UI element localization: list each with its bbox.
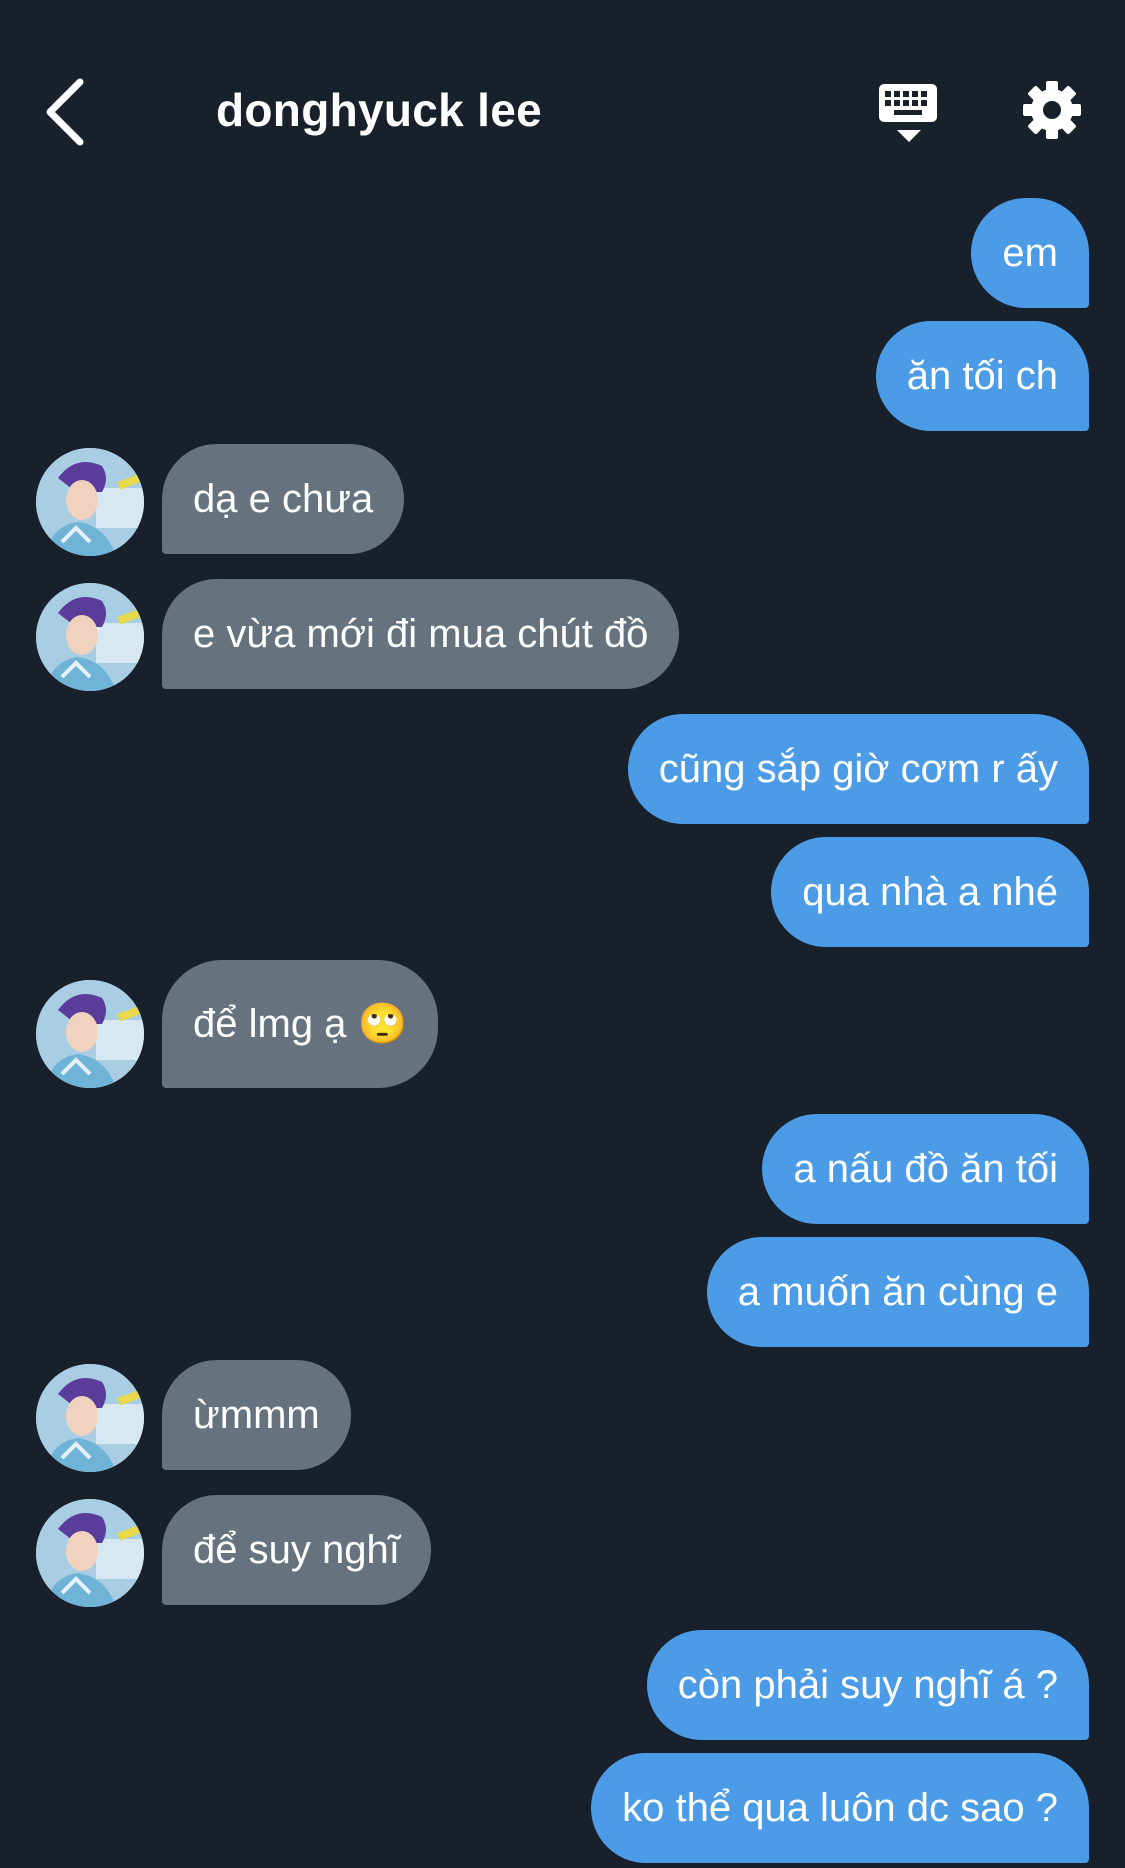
sent-message[interactable]: ăn tối ch: [0, 321, 1125, 431]
received-message[interactable]: e vừa mới đi mua chút đồ: [0, 579, 1125, 691]
sent-message[interactable]: em: [0, 198, 1125, 308]
sent-bubble[interactable]: còn phải suy nghĩ á ?: [646, 1630, 1089, 1740]
contact-avatar[interactable]: [36, 1364, 144, 1472]
avatar-image: [36, 980, 144, 1088]
sent-bubble[interactable]: a nấu đồ ăn tối: [762, 1114, 1089, 1224]
received-bubble[interactable]: dạ e chưa: [162, 444, 405, 554]
sent-message[interactable]: còn phải suy nghĩ á ?: [0, 1630, 1125, 1740]
sent-message[interactable]: ko thể qua luôn dc sao ?: [0, 1753, 1125, 1863]
contact-avatar[interactable]: [36, 1499, 144, 1607]
received-message[interactable]: để suy nghĩ: [0, 1495, 1125, 1607]
sent-bubble[interactable]: cũng sắp giờ cơm r ấy: [627, 714, 1089, 824]
avatar-image: [36, 583, 144, 691]
sent-bubble[interactable]: qua nhà a nhé: [771, 837, 1089, 947]
sent-message[interactable]: qua nhà a nhé: [0, 837, 1125, 947]
avatar-image: [36, 1364, 144, 1472]
received-bubble[interactable]: để lmg ạ 🙄: [162, 960, 439, 1088]
avatar-image: [36, 1499, 144, 1607]
avatar-image: [36, 448, 144, 556]
sent-bubble[interactable]: ăn tối ch: [875, 321, 1089, 431]
received-message[interactable]: ừmmm: [0, 1360, 1125, 1472]
message-list[interactable]: em ăn tối ch dạ e chưa e vừa mới đi mua …: [0, 0, 1125, 1868]
contact-avatar[interactable]: [36, 448, 144, 556]
received-message[interactable]: dạ e chưa: [0, 444, 1125, 556]
sent-message[interactable]: a muốn ăn cùng e: [0, 1237, 1125, 1347]
received-bubble[interactable]: ừmmm: [162, 1360, 351, 1470]
contact-avatar[interactable]: [36, 980, 144, 1088]
sent-message[interactable]: cũng sắp giờ cơm r ấy: [0, 714, 1125, 824]
sent-bubble[interactable]: em: [971, 198, 1089, 308]
received-bubble[interactable]: để suy nghĩ: [162, 1495, 431, 1605]
sent-message[interactable]: a nấu đồ ăn tối: [0, 1114, 1125, 1224]
contact-avatar[interactable]: [36, 583, 144, 691]
received-message[interactable]: để lmg ạ 🙄: [0, 960, 1125, 1088]
sent-bubble[interactable]: a muốn ăn cùng e: [706, 1237, 1089, 1347]
sent-bubble[interactable]: ko thể qua luôn dc sao ?: [591, 1753, 1089, 1863]
received-bubble[interactable]: e vừa mới đi mua chút đồ: [162, 579, 680, 689]
